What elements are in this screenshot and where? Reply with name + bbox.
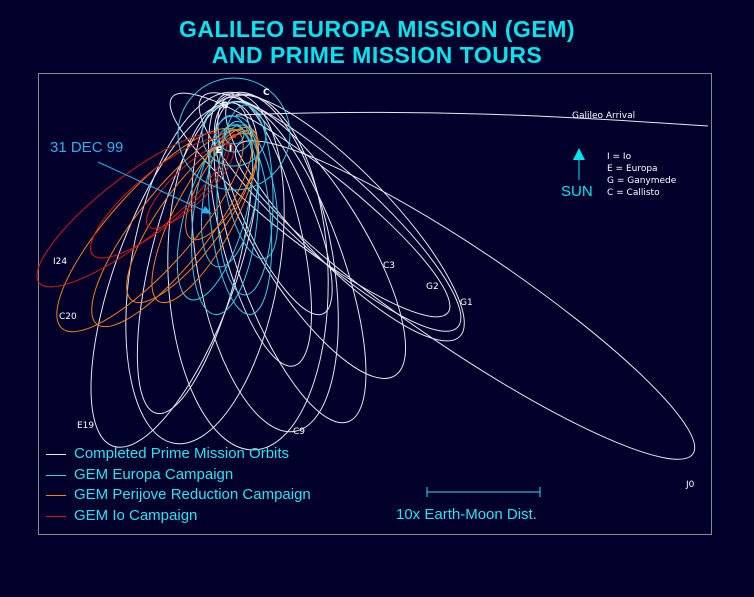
moon-key-io: I = Io	[607, 152, 632, 162]
legend-label-io: GEM Io Campaign	[74, 507, 198, 524]
legend-label-prime: Completed Prime Mission Orbits	[74, 445, 290, 462]
legend-label-perijove: GEM Perijove Reduction Campaign	[74, 486, 311, 503]
orbit-io-27	[145, 143, 235, 229]
orbit-label-c3: C3	[383, 261, 395, 271]
orbit-label-i24: I24	[53, 257, 67, 267]
jupiter	[232, 134, 236, 138]
legend-line-perijove	[46, 494, 66, 496]
orbit-label-e19: E19	[77, 421, 94, 431]
legend-line-prime	[46, 453, 66, 455]
moon-key-europa: E = Europa	[607, 164, 658, 174]
moon-marker-callisto: C	[263, 88, 270, 98]
orbit-label-g1: G1	[460, 298, 473, 308]
orbit-label-c9: C9	[293, 427, 305, 437]
sun-label: SUN	[561, 183, 593, 200]
legend-item-perijove: GEM Perijove Reduction Campaign	[46, 486, 311, 503]
moon-key-callisto: C = Callisto	[607, 188, 660, 198]
orbit-prime-12	[207, 93, 313, 367]
orbit-label-g2: G2	[426, 282, 439, 292]
orbit-label-c20: C20	[59, 312, 77, 322]
arrival-label: Galileo Arrival	[572, 111, 635, 121]
moon-marker-ganymede: G	[221, 101, 228, 111]
scale-label: 10x Earth-Moon Dist.	[396, 506, 537, 523]
orbit-prime-9	[125, 91, 285, 445]
moon-key-ganymede: G = Ganymede	[607, 176, 677, 186]
legend-label-europa: GEM Europa Campaign	[74, 466, 234, 483]
moon-marker-io: I	[229, 144, 232, 154]
orbit-label-j0: J0	[685, 480, 695, 490]
legend-line-io	[46, 515, 66, 517]
moon-marker-europa: E	[216, 146, 222, 156]
legend-item-europa: GEM Europa Campaign	[46, 466, 233, 483]
date-label: 31 DEC 99	[50, 139, 123, 156]
legend-line-europa	[46, 474, 66, 476]
legend-item-io: GEM Io Campaign	[46, 507, 197, 524]
legend-item-prime: Completed Prime Mission Orbits	[46, 445, 289, 462]
